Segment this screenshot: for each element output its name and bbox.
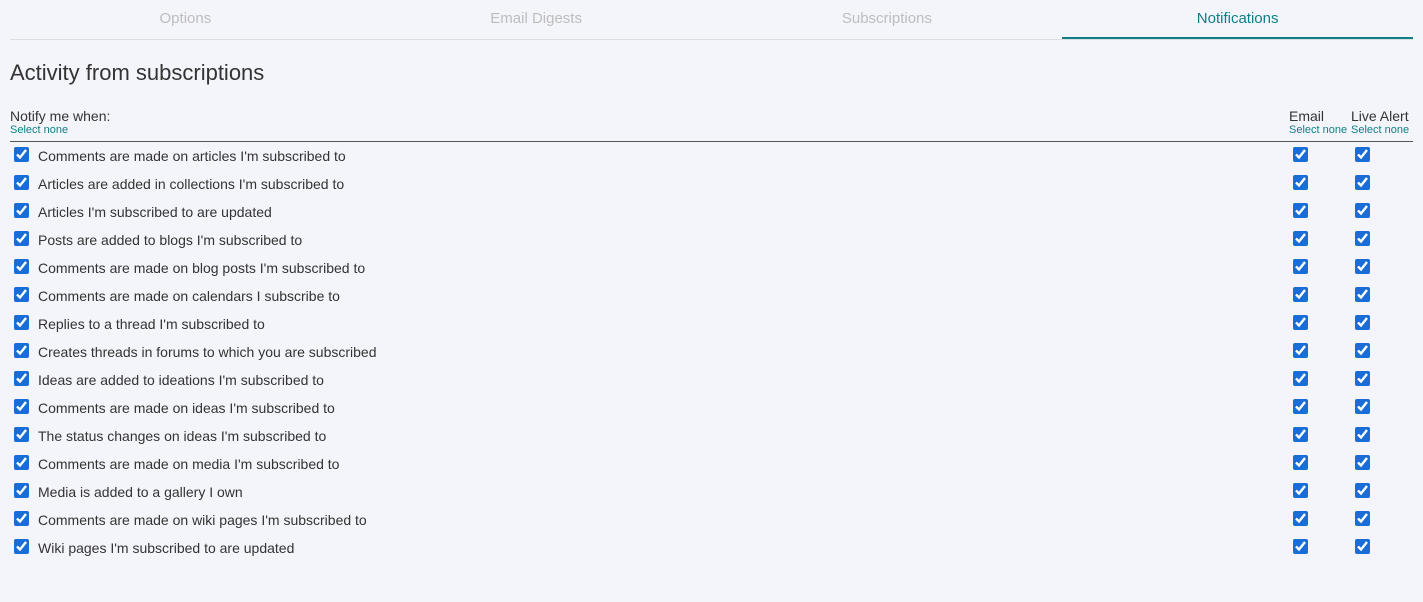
row-live-alert-checkbox[interactable] bbox=[1355, 399, 1370, 414]
row-email-checkbox[interactable] bbox=[1293, 315, 1308, 330]
row-live-alert-checkbox[interactable] bbox=[1355, 483, 1370, 498]
table-row: Articles I'm subscribed to are updated bbox=[10, 198, 1413, 226]
row-enable-checkbox[interactable] bbox=[14, 343, 29, 358]
row-enable-checkbox[interactable] bbox=[14, 455, 29, 470]
row-live-alert-checkbox[interactable] bbox=[1355, 315, 1370, 330]
table-row: Comments are made on media I'm subscribe… bbox=[10, 450, 1413, 478]
row-enable-checkbox[interactable] bbox=[14, 427, 29, 442]
row-email-checkbox[interactable] bbox=[1293, 147, 1308, 162]
tab-bar: Options Email Digests Subscriptions Noti… bbox=[10, 0, 1413, 40]
row-live-alert-checkbox[interactable] bbox=[1355, 539, 1370, 554]
row-label: Comments are made on blog posts I'm subs… bbox=[34, 254, 1289, 282]
row-email-checkbox[interactable] bbox=[1293, 231, 1308, 246]
row-email-checkbox[interactable] bbox=[1293, 343, 1308, 358]
row-label: Ideas are added to ideations I'm subscri… bbox=[34, 366, 1289, 394]
notify-select-none[interactable]: Select none bbox=[10, 124, 1289, 137]
row-email-checkbox[interactable] bbox=[1293, 287, 1308, 302]
table-row: Comments are made on wiki pages I'm subs… bbox=[10, 506, 1413, 534]
table-row: Articles are added in collections I'm su… bbox=[10, 170, 1413, 198]
row-label: Comments are made on ideas I'm subscribe… bbox=[34, 394, 1289, 422]
row-email-checkbox[interactable] bbox=[1293, 455, 1308, 470]
row-label: Comments are made on articles I'm subscr… bbox=[34, 142, 1289, 171]
row-live-alert-checkbox[interactable] bbox=[1355, 511, 1370, 526]
table-row: Media is added to a gallery I own bbox=[10, 478, 1413, 506]
table-row: Comments are made on articles I'm subscr… bbox=[10, 142, 1413, 171]
row-live-alert-checkbox[interactable] bbox=[1355, 147, 1370, 162]
row-email-checkbox[interactable] bbox=[1293, 259, 1308, 274]
row-label: Articles I'm subscribed to are updated bbox=[34, 198, 1289, 226]
row-label: Replies to a thread I'm subscribed to bbox=[34, 310, 1289, 338]
row-label: Media is added to a gallery I own bbox=[34, 478, 1289, 506]
tab-email-digests[interactable]: Email Digests bbox=[361, 0, 712, 39]
row-label: Comments are made on wiki pages I'm subs… bbox=[34, 506, 1289, 534]
row-email-checkbox[interactable] bbox=[1293, 539, 1308, 554]
email-select-none[interactable]: Select none bbox=[1289, 124, 1351, 137]
notifications-table: Notify me when: Select none Email Select… bbox=[10, 108, 1413, 562]
live-alert-select-none[interactable]: Select none bbox=[1351, 124, 1413, 137]
row-live-alert-checkbox[interactable] bbox=[1355, 203, 1370, 218]
row-label: Articles are added in collections I'm su… bbox=[34, 170, 1289, 198]
row-label: Posts are added to blogs I'm subscribed … bbox=[34, 226, 1289, 254]
row-enable-checkbox[interactable] bbox=[14, 259, 29, 274]
row-enable-checkbox[interactable] bbox=[14, 147, 29, 162]
email-header-label: Email bbox=[1289, 108, 1324, 124]
row-enable-checkbox[interactable] bbox=[14, 315, 29, 330]
table-row: Comments are made on blog posts I'm subs… bbox=[10, 254, 1413, 282]
table-row: Comments are made on calendars I subscri… bbox=[10, 282, 1413, 310]
row-enable-checkbox[interactable] bbox=[14, 175, 29, 190]
row-live-alert-checkbox[interactable] bbox=[1355, 259, 1370, 274]
row-email-checkbox[interactable] bbox=[1293, 371, 1308, 386]
table-row: Posts are added to blogs I'm subscribed … bbox=[10, 226, 1413, 254]
tab-options[interactable]: Options bbox=[10, 0, 361, 39]
table-row: Creates threads in forums to which you a… bbox=[10, 338, 1413, 366]
row-live-alert-checkbox[interactable] bbox=[1355, 371, 1370, 386]
row-live-alert-checkbox[interactable] bbox=[1355, 287, 1370, 302]
live-alert-header-label: Live Alert bbox=[1351, 108, 1409, 124]
row-label: Comments are made on calendars I subscri… bbox=[34, 282, 1289, 310]
row-enable-checkbox[interactable] bbox=[14, 231, 29, 246]
row-email-checkbox[interactable] bbox=[1293, 483, 1308, 498]
section-title: Activity from subscriptions bbox=[10, 60, 1413, 86]
row-label: Comments are made on media I'm subscribe… bbox=[34, 450, 1289, 478]
row-enable-checkbox[interactable] bbox=[14, 287, 29, 302]
row-live-alert-checkbox[interactable] bbox=[1355, 231, 1370, 246]
row-enable-checkbox[interactable] bbox=[14, 399, 29, 414]
row-live-alert-checkbox[interactable] bbox=[1355, 455, 1370, 470]
table-row: The status changes on ideas I'm subscrib… bbox=[10, 422, 1413, 450]
table-row: Comments are made on ideas I'm subscribe… bbox=[10, 394, 1413, 422]
tab-notifications[interactable]: Notifications bbox=[1062, 0, 1413, 39]
row-email-checkbox[interactable] bbox=[1293, 399, 1308, 414]
row-enable-checkbox[interactable] bbox=[14, 511, 29, 526]
row-enable-checkbox[interactable] bbox=[14, 371, 29, 386]
row-label: The status changes on ideas I'm subscrib… bbox=[34, 422, 1289, 450]
row-enable-checkbox[interactable] bbox=[14, 203, 29, 218]
row-enable-checkbox[interactable] bbox=[14, 483, 29, 498]
notify-header-label: Notify me when: bbox=[10, 108, 110, 124]
row-live-alert-checkbox[interactable] bbox=[1355, 343, 1370, 358]
row-email-checkbox[interactable] bbox=[1293, 175, 1308, 190]
table-row: Replies to a thread I'm subscribed to bbox=[10, 310, 1413, 338]
row-enable-checkbox[interactable] bbox=[14, 539, 29, 554]
row-email-checkbox[interactable] bbox=[1293, 427, 1308, 442]
content-area: Activity from subscriptions Notify me wh… bbox=[0, 40, 1423, 572]
row-live-alert-checkbox[interactable] bbox=[1355, 427, 1370, 442]
table-row: Ideas are added to ideations I'm subscri… bbox=[10, 366, 1413, 394]
row-label: Wiki pages I'm subscribed to are updated bbox=[34, 534, 1289, 562]
row-live-alert-checkbox[interactable] bbox=[1355, 175, 1370, 190]
row-email-checkbox[interactable] bbox=[1293, 203, 1308, 218]
table-row: Wiki pages I'm subscribed to are updated bbox=[10, 534, 1413, 562]
tab-subscriptions[interactable]: Subscriptions bbox=[712, 0, 1063, 39]
row-label: Creates threads in forums to which you a… bbox=[34, 338, 1289, 366]
row-email-checkbox[interactable] bbox=[1293, 511, 1308, 526]
